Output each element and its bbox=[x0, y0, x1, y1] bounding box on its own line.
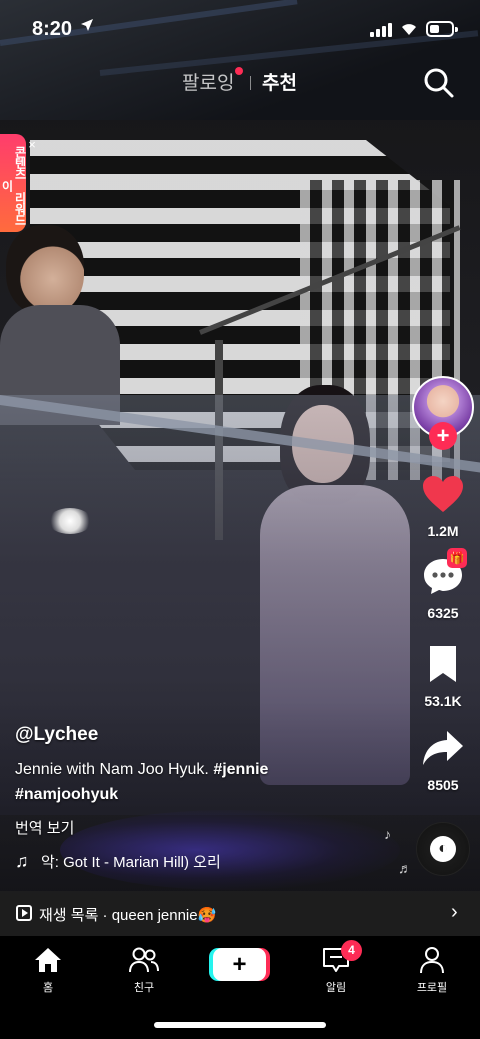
music-note-icon: ♬ bbox=[398, 860, 412, 876]
follow-button[interactable]: + bbox=[429, 422, 457, 450]
nav-inbox-label: 알림 bbox=[325, 982, 347, 994]
hashtag-link[interactable]: #namjoohyuk bbox=[15, 786, 118, 803]
tab-following-label: 팔로잉 bbox=[182, 73, 235, 94]
translate-button[interactable]: 번역 보기 bbox=[15, 817, 395, 838]
like-count: 1.2M bbox=[427, 523, 459, 539]
gift-icon: 🎁 bbox=[447, 548, 467, 568]
nav-friends[interactable]: 친구 bbox=[114, 946, 174, 995]
save-count: 53.1K bbox=[424, 693, 462, 709]
music-note-icon: ♫ bbox=[15, 851, 29, 871]
close-icon[interactable]: × bbox=[25, 138, 39, 152]
create-button[interactable]: + bbox=[213, 948, 266, 981]
save-button[interactable]: 53.1K bbox=[413, 644, 473, 709]
wifi-icon bbox=[399, 20, 419, 36]
hashtag-link[interactable]: #jennie bbox=[213, 761, 268, 778]
bookmark-icon bbox=[430, 646, 456, 682]
music-ticker[interactable]: ♫ 악: Got It - Marian Hill) 오리 bbox=[15, 851, 260, 873]
heart-icon bbox=[423, 476, 463, 512]
comment-count: 6325 bbox=[427, 605, 459, 621]
music-disc-icon: ◐ bbox=[430, 836, 456, 862]
music-track: 악: Got It - Marian Hill) 오리 bbox=[41, 854, 221, 871]
nav-profile[interactable]: 프로필 bbox=[402, 946, 462, 995]
status-bar: 8:20 bbox=[0, 0, 480, 58]
home-icon bbox=[35, 948, 61, 972]
cellular-signal-icon bbox=[370, 23, 392, 37]
inbox-badge: 4 bbox=[341, 940, 362, 961]
creator-username[interactable]: @Lychee bbox=[15, 724, 395, 746]
nav-home-label: 홈 bbox=[42, 982, 54, 994]
search-icon[interactable] bbox=[422, 66, 456, 100]
status-time: 8:20 bbox=[32, 18, 73, 40]
chevron-right-icon: › bbox=[451, 901, 458, 923]
friends-icon bbox=[129, 947, 159, 973]
playlist-icon bbox=[16, 905, 32, 921]
nav-friends-label: 친구 bbox=[133, 982, 155, 994]
tab-divider bbox=[250, 76, 251, 90]
battery-icon bbox=[426, 21, 458, 37]
new-content-dot bbox=[235, 67, 244, 75]
nav-profile-label: 프로필 bbox=[416, 982, 448, 994]
tab-for-you[interactable]: 추천 bbox=[262, 68, 297, 95]
music-disc-button[interactable]: ◐ bbox=[416, 822, 470, 876]
location-arrow-icon bbox=[80, 18, 94, 36]
creator-reward-badge[interactable]: 콘텐츠 리워드 이 bbox=[0, 134, 27, 232]
tab-following[interactable]: 팔로잉 bbox=[182, 67, 244, 95]
nav-home[interactable]: 홈 bbox=[18, 946, 78, 995]
share-button[interactable]: 8505 bbox=[413, 728, 473, 793]
video-caption: Jennie with Nam Joo Hyuk. #jennie #namjo… bbox=[15, 757, 395, 807]
home-indicator bbox=[154, 1022, 326, 1028]
playlist-label: 재생 목록 · queen jennie🥵 bbox=[39, 907, 217, 924]
share-count: 8505 bbox=[427, 777, 459, 793]
playlist-bar[interactable]: 재생 목록 · queen jennie🥵 › bbox=[0, 891, 480, 936]
share-arrow-icon bbox=[423, 731, 463, 765]
top-tab-bar: 팔로잉 추천 bbox=[0, 62, 480, 100]
like-button[interactable]: 1.2M bbox=[413, 474, 473, 539]
caption-text: Jennie with Nam Joo Hyuk. bbox=[15, 761, 214, 778]
music-note-icon: ♪ bbox=[384, 826, 391, 842]
video-spotlight bbox=[48, 508, 92, 534]
profile-icon bbox=[420, 947, 444, 974]
